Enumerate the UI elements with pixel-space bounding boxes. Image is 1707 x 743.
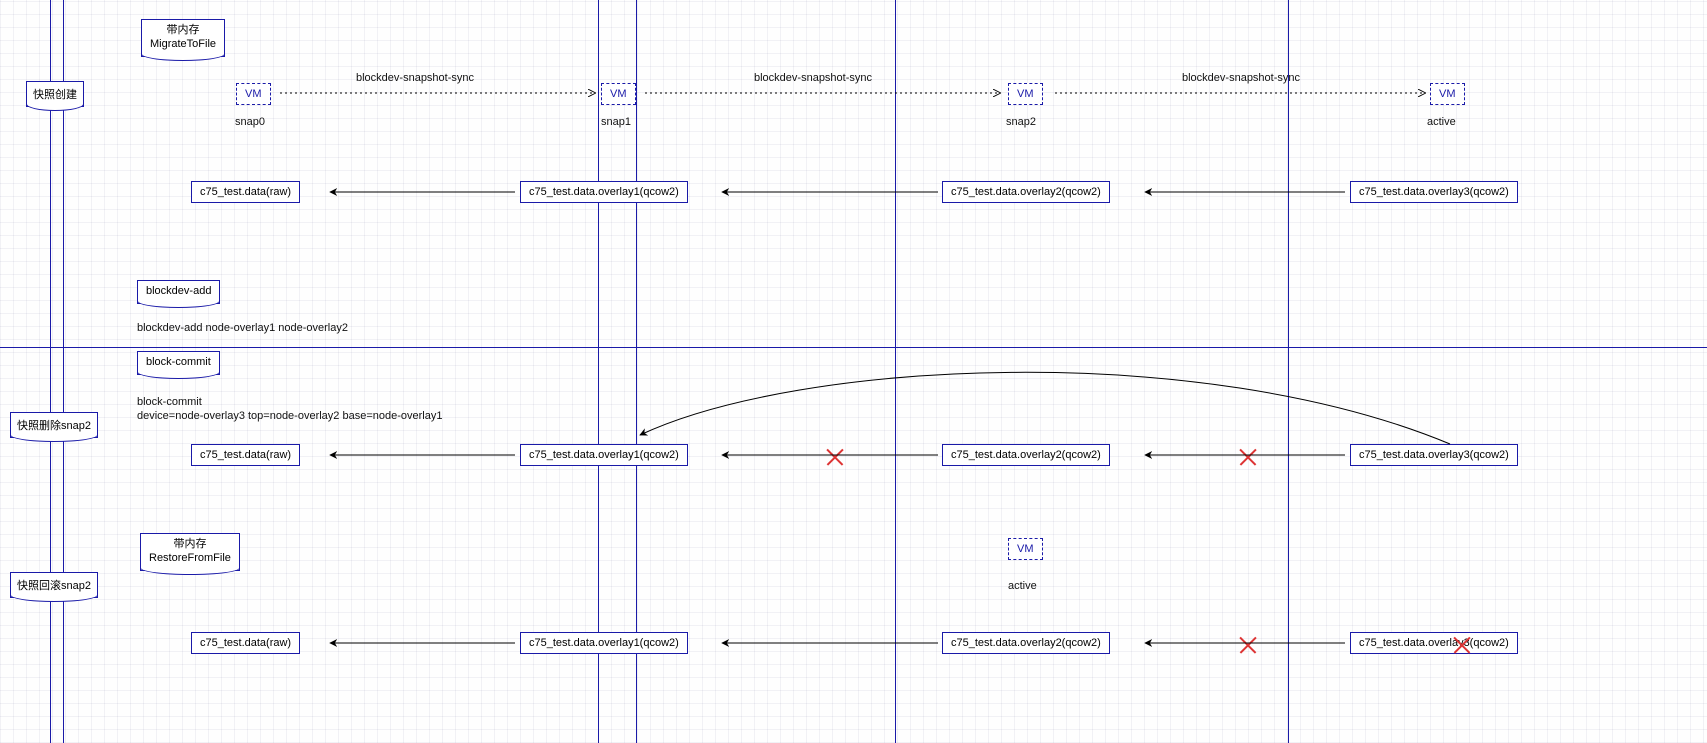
- file-raw: c75_test.data(raw): [191, 444, 300, 466]
- file-raw: c75_test.data(raw): [191, 632, 300, 654]
- migrate-note: 带内存 MigrateToFile: [141, 19, 225, 57]
- note-line: MigrateToFile: [150, 38, 216, 50]
- active-label: active: [1008, 580, 1037, 592]
- snap-label: snap2: [1006, 116, 1036, 128]
- horizontal-rule: [0, 347, 1707, 348]
- file-overlay2: c75_test.data.overlay2(qcow2): [942, 444, 1110, 466]
- blockdev-add-text: blockdev-add node-overlay1 node-overlay2: [137, 322, 348, 334]
- vm-snap0: VM: [236, 83, 271, 105]
- file-overlay1: c75_test.data.overlay1(qcow2): [520, 632, 688, 654]
- file-overlay1: c75_test.data.overlay1(qcow2): [520, 444, 688, 466]
- blockdev-snapshot-sync-label: blockdev-snapshot-sync: [356, 72, 474, 84]
- cross-icon: [1452, 635, 1472, 655]
- section-label-delete: 快照删除snap2: [10, 412, 98, 438]
- file-raw: c75_test.data(raw): [191, 181, 300, 203]
- file-overlay1: c75_test.data.overlay1(qcow2): [520, 181, 688, 203]
- section-label-create: 快照创建: [26, 81, 84, 107]
- section-label-rollback: 快照回滚snap2: [10, 572, 98, 598]
- vertical-rule: [63, 0, 64, 743]
- block-commit-text2: device=node-overlay3 top=node-overlay2 b…: [137, 410, 442, 422]
- note-line: 带内存: [167, 24, 200, 36]
- file-overlay3: c75_test.data.overlay3(qcow2): [1350, 632, 1518, 654]
- cross-icon: [1238, 635, 1258, 655]
- arrow-commit-result: [640, 372, 1450, 444]
- cross-icon: [1238, 447, 1258, 467]
- blockdev-add-note: blockdev-add: [137, 280, 220, 304]
- cross-icon: [825, 447, 845, 467]
- file-overlay3: c75_test.data.overlay3(qcow2): [1350, 181, 1518, 203]
- vertical-rule: [1288, 0, 1289, 743]
- snap-label: active: [1427, 116, 1456, 128]
- vm-active-rolled: VM: [1008, 538, 1043, 560]
- blockdev-snapshot-sync-label: blockdev-snapshot-sync: [1182, 72, 1300, 84]
- block-commit-note: block-commit: [137, 351, 220, 375]
- vertical-rule: [895, 0, 896, 743]
- restore-note: 带内存 RestoreFromFile: [140, 533, 240, 571]
- blockdev-snapshot-sync-label: blockdev-snapshot-sync: [754, 72, 872, 84]
- note-line: 带内存: [173, 538, 206, 550]
- file-overlay3: c75_test.data.overlay3(qcow2): [1350, 444, 1518, 466]
- file-overlay2: c75_test.data.overlay2(qcow2): [942, 181, 1110, 203]
- block-commit-text1: block-commit: [137, 396, 202, 408]
- vm-active: VM: [1430, 83, 1465, 105]
- vm-snap1: VM: [601, 83, 636, 105]
- snap-label: snap1: [601, 116, 631, 128]
- note-line: RestoreFromFile: [149, 552, 231, 564]
- file-overlay2: c75_test.data.overlay2(qcow2): [942, 632, 1110, 654]
- vertical-rule: [50, 0, 51, 743]
- snap-label: snap0: [235, 116, 265, 128]
- vm-snap2: VM: [1008, 83, 1043, 105]
